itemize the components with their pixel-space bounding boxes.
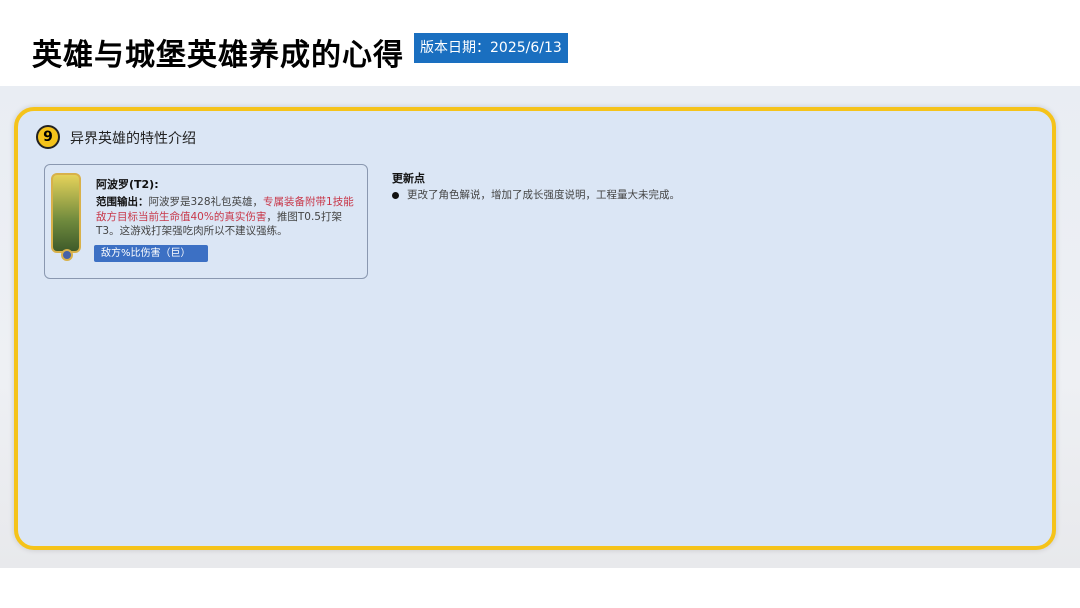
hero-name: 阿波罗(T2): [96, 178, 159, 191]
updates-title: 更新点 [392, 172, 425, 185]
header: 英雄与城堡英雄养成的心得 版本日期：2025/6/13 [0, 0, 1080, 86]
hero-role: 范围输出： [96, 196, 149, 208]
version-date-badge: 版本日期：2025/6/13 [414, 33, 568, 63]
section-number-badge: 9 [36, 125, 60, 149]
bullet-icon [392, 191, 399, 199]
desc-text: 阿波罗是328礼包英雄， [148, 196, 264, 208]
hero-card: 阿波罗(T2): 范围输出：阿波罗是328礼包英雄，专属装备附带1技能敌方目标当… [44, 164, 368, 279]
section-title: 异界英雄的特性介绍 [70, 131, 196, 147]
content-panel: 9 异界英雄的特性介绍 阿波罗(T2): 范围输出：阿波罗是328礼包英雄，专属… [14, 107, 1056, 550]
update-item: 更改了角色解说，增加了成长强度说明，工程量大未完成。 [392, 187, 680, 202]
hero-portrait [51, 173, 81, 253]
page-title: 英雄与城堡英雄养成的心得 [32, 38, 404, 73]
hero-gem-icon [61, 249, 73, 261]
update-text: 更改了角色解说，增加了成长强度说明，工程量大未完成。 [407, 189, 680, 201]
hero-description: 范围输出：阿波罗是328礼包英雄，专属装备附带1技能敌方目标当前生命值40%的真… [96, 195, 364, 239]
hero-tag: 敌方%比伤害（巨） [94, 245, 208, 262]
